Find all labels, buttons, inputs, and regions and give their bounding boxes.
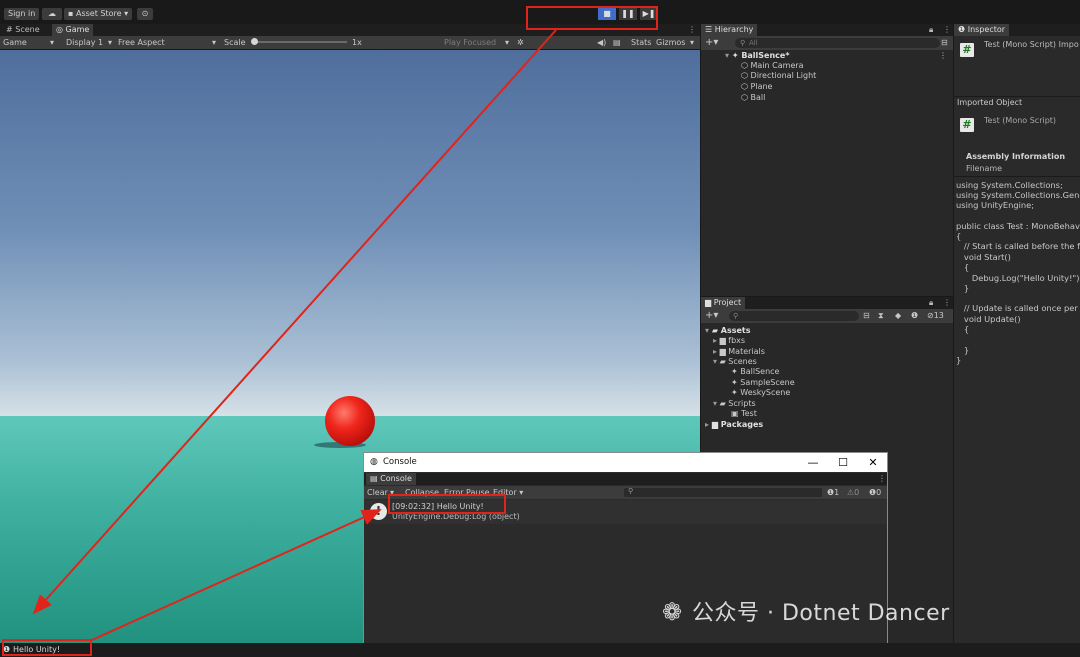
annotation-arrows xyxy=(32,29,557,641)
annotation-arrow-status-to-log xyxy=(91,509,382,641)
annotation-arrow-play-to-status xyxy=(32,29,557,615)
